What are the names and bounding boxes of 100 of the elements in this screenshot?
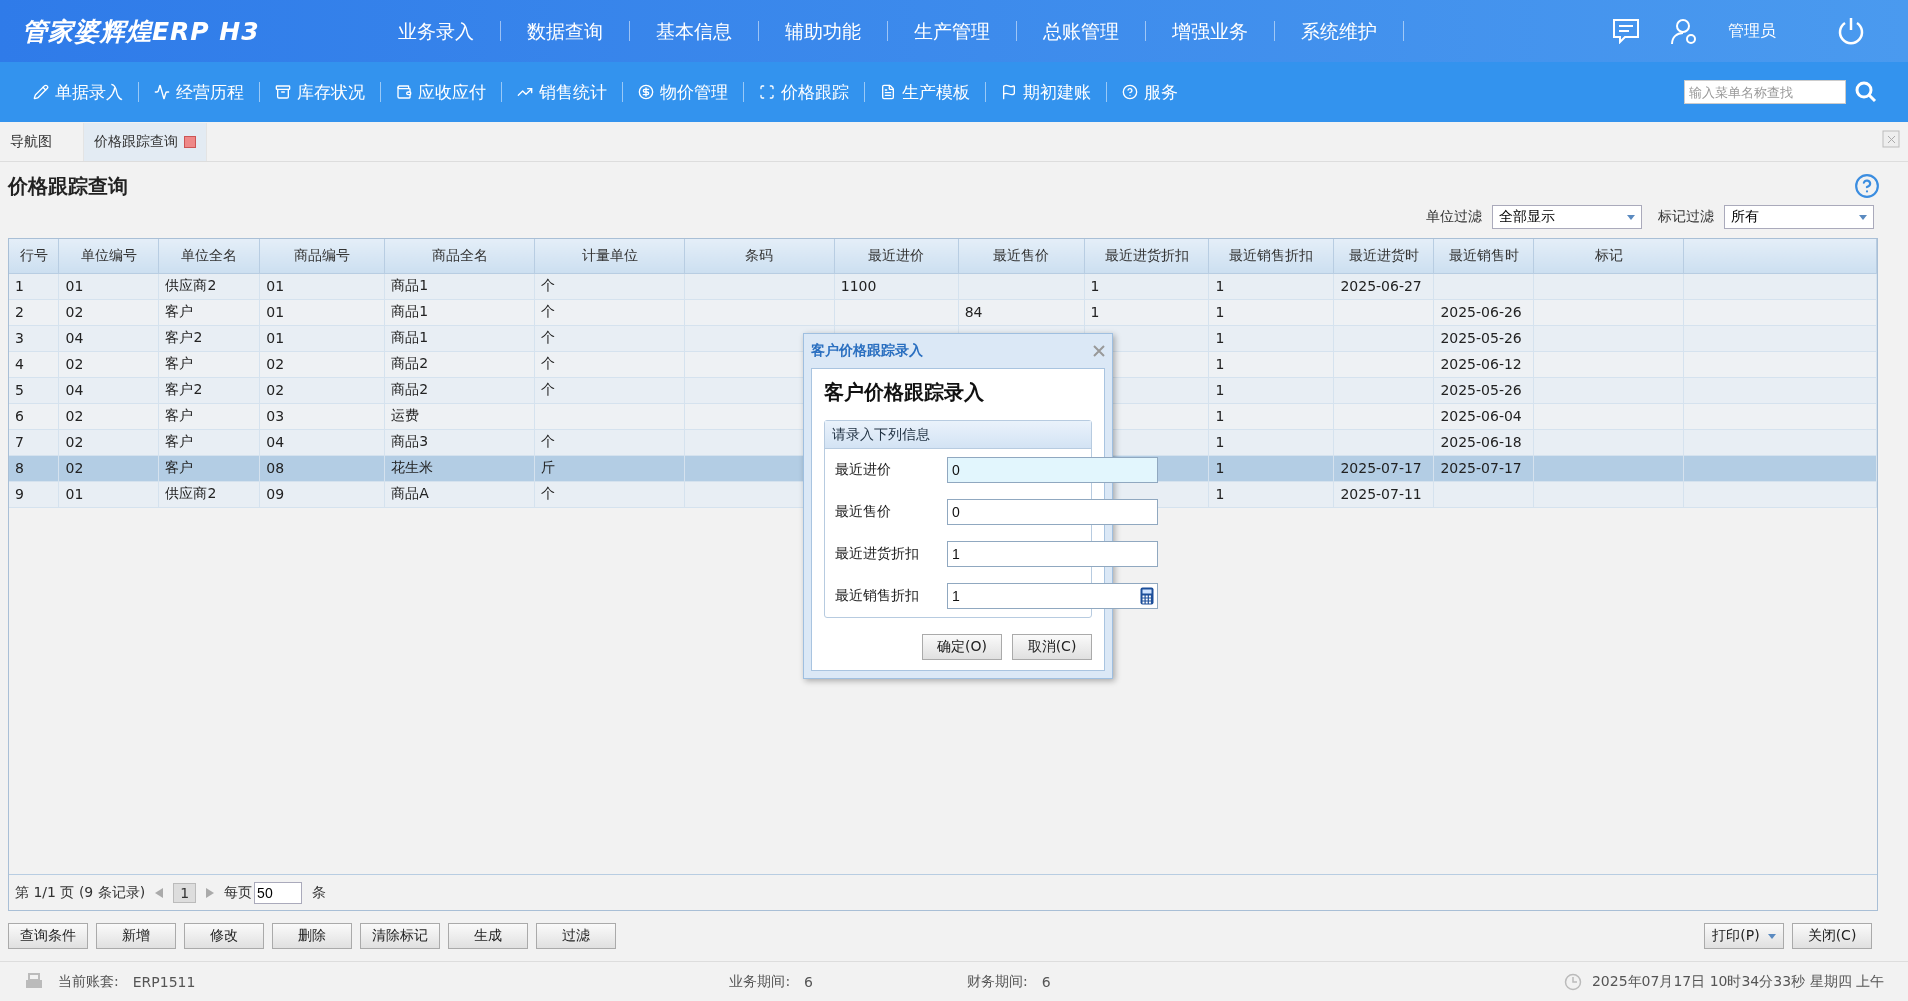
field-label: 最近进价 — [835, 461, 892, 479]
table-cell: 8 — [15, 460, 24, 476]
column-header[interactable]: 标记 — [1533, 239, 1684, 273]
datetime: 2025年07月17日 10时34分33秒 星期四 上午 — [1591, 972, 1884, 991]
group-title: 请录入下列信息 — [825, 421, 1091, 449]
filter-label: 单位过滤 — [1426, 208, 1482, 226]
power-icon[interactable] — [1836, 16, 1866, 46]
action-button[interactable]: 新增 — [96, 923, 176, 949]
per-page-field[interactable]: 50 — [254, 881, 303, 904]
table-cell: 1 — [1215, 408, 1225, 424]
field-label: 最近销售折扣 — [835, 587, 920, 605]
filter-dropdown[interactable]: 全部显示 — [1492, 205, 1642, 229]
wallet-icon — [396, 84, 412, 100]
business-period-label: 业务期间: — [729, 972, 791, 991]
table-cell: 花生米 — [391, 459, 434, 475]
next-page-icon[interactable] — [206, 887, 215, 898]
action-button[interactable]: 查询条件 — [8, 923, 88, 949]
search-icon[interactable] — [1854, 80, 1878, 104]
menu-item[interactable]: 辅助功能 — [759, 21, 888, 41]
table-cell: 客户 — [165, 355, 194, 371]
tab[interactable]: 价格跟踪查询 — [84, 123, 207, 161]
table-cell: 2025-06-18 — [1440, 434, 1522, 450]
table-cell: 1 — [1215, 382, 1225, 398]
menu-search-field[interactable]: 输入菜单名称查找 — [1684, 80, 1846, 104]
input-field[interactable]: 0 — [947, 499, 1158, 525]
caret-icon — [1627, 214, 1635, 220]
table-cell: 02 — [266, 382, 285, 398]
page-number[interactable]: 1 — [173, 882, 197, 903]
column-header[interactable]: 条码 — [684, 239, 835, 273]
action-button[interactable]: 修改 — [184, 923, 264, 949]
help-icon[interactable] — [1854, 173, 1880, 199]
page-title: 价格跟踪查询 — [8, 172, 128, 200]
table-cell: 商品A — [391, 485, 429, 501]
table-cell: 客户 — [165, 433, 194, 449]
page-summary: 第 1/1 页 (9 条记录) — [15, 883, 146, 902]
table-cell: 01 — [266, 330, 285, 346]
table-cell: 2025-07-11 — [1340, 486, 1422, 502]
input-field[interactable]: 1 — [947, 541, 1158, 567]
table-cell: 商品2 — [391, 381, 429, 397]
table-cell: 02 — [65, 304, 84, 320]
column-header[interactable]: 最近进货时 — [1333, 239, 1434, 273]
dialog-heading: 客户价格跟踪录入 — [824, 379, 985, 406]
close-all-icon[interactable] — [1882, 130, 1900, 148]
action-button[interactable]: 过滤 — [536, 923, 616, 949]
action-button[interactable]: 清除标记 — [360, 923, 440, 949]
table-cell: 运费 — [391, 407, 420, 423]
account-value: ERP1511 — [132, 973, 196, 990]
pulse-icon — [154, 84, 170, 100]
table-row[interactable]: 1 01 供应商2 01 商品1 个 1100 1 1 2025-06-27 — [9, 273, 1877, 299]
column-header[interactable]: 单位编号 — [58, 239, 159, 273]
dialog-button[interactable]: 取消(C) — [1012, 634, 1092, 660]
table-row[interactable]: 2 02 客户 01 商品1 个 84 1 1 2025-06-26 — [9, 299, 1877, 325]
column-header[interactable]: 最近售价 — [958, 239, 1085, 273]
table-cell: 个 — [541, 433, 556, 449]
menu-item[interactable]: 数据查询 — [501, 21, 630, 41]
action-button[interactable]: 打印(P) — [1704, 923, 1784, 949]
menu-item[interactable]: 基本信息 — [630, 21, 759, 41]
table-cell: 个 — [541, 303, 556, 319]
action-button[interactable]: 删除 — [272, 923, 352, 949]
flag-icon — [1001, 84, 1017, 100]
filter-label: 标记过滤 — [1658, 208, 1714, 226]
column-header[interactable]: 商品全名 — [384, 239, 535, 273]
table-cell: 02 — [65, 356, 84, 372]
table-cell: 2025-07-17 — [1440, 460, 1522, 476]
table-cell: 3 — [15, 330, 24, 346]
table-cell: 1 — [15, 278, 24, 294]
column-header[interactable]: 最近销售折扣 — [1208, 239, 1334, 273]
user-icon[interactable] — [1670, 17, 1698, 45]
table-cell: 个 — [541, 355, 556, 371]
table-cell: 1 — [1215, 434, 1225, 450]
column-header[interactable]: 最近销售时 — [1433, 239, 1534, 273]
table-cell: 2025-07-17 — [1340, 460, 1422, 476]
table-cell: 个 — [541, 485, 556, 501]
column-header[interactable]: 商品编号 — [259, 239, 385, 273]
dialog-button[interactable]: 确定(O) — [922, 634, 1002, 660]
table-cell: 供应商2 — [165, 485, 217, 501]
action-button[interactable]: 关闭(C) — [1792, 923, 1872, 949]
table-cell: 04 — [65, 330, 84, 346]
column-header[interactable]: 最近进货折扣 — [1084, 239, 1209, 273]
prev-page-icon[interactable] — [155, 887, 164, 898]
table-cell: 01 — [65, 278, 84, 294]
table-cell: 04 — [266, 434, 285, 450]
filter-dropdown[interactable]: 所有 — [1724, 205, 1874, 229]
per-page-label: 每页 — [224, 883, 253, 902]
caret-icon — [1767, 933, 1776, 939]
column-header[interactable]: 单位全名 — [158, 239, 260, 273]
pencil-icon — [33, 84, 49, 100]
finance-period-label: 财务期间: — [967, 972, 1028, 991]
input-field[interactable]: 0 — [947, 457, 1158, 483]
column-header[interactable]: 最近进价 — [834, 239, 959, 273]
table-cell: 个 — [541, 381, 556, 397]
column-header[interactable]: 行号 — [9, 239, 59, 273]
menu-item[interactable]: 业务录入 — [372, 21, 501, 41]
column-header[interactable]: 计量单位 — [534, 239, 685, 273]
table-cell: 个 — [541, 277, 556, 293]
table-cell: 2 — [15, 304, 24, 320]
input-field[interactable]: 1 — [947, 583, 1158, 609]
finance-period-value: 6 — [1041, 973, 1051, 990]
message-icon[interactable] — [1612, 18, 1640, 44]
action-button[interactable]: 生成 — [448, 923, 528, 949]
